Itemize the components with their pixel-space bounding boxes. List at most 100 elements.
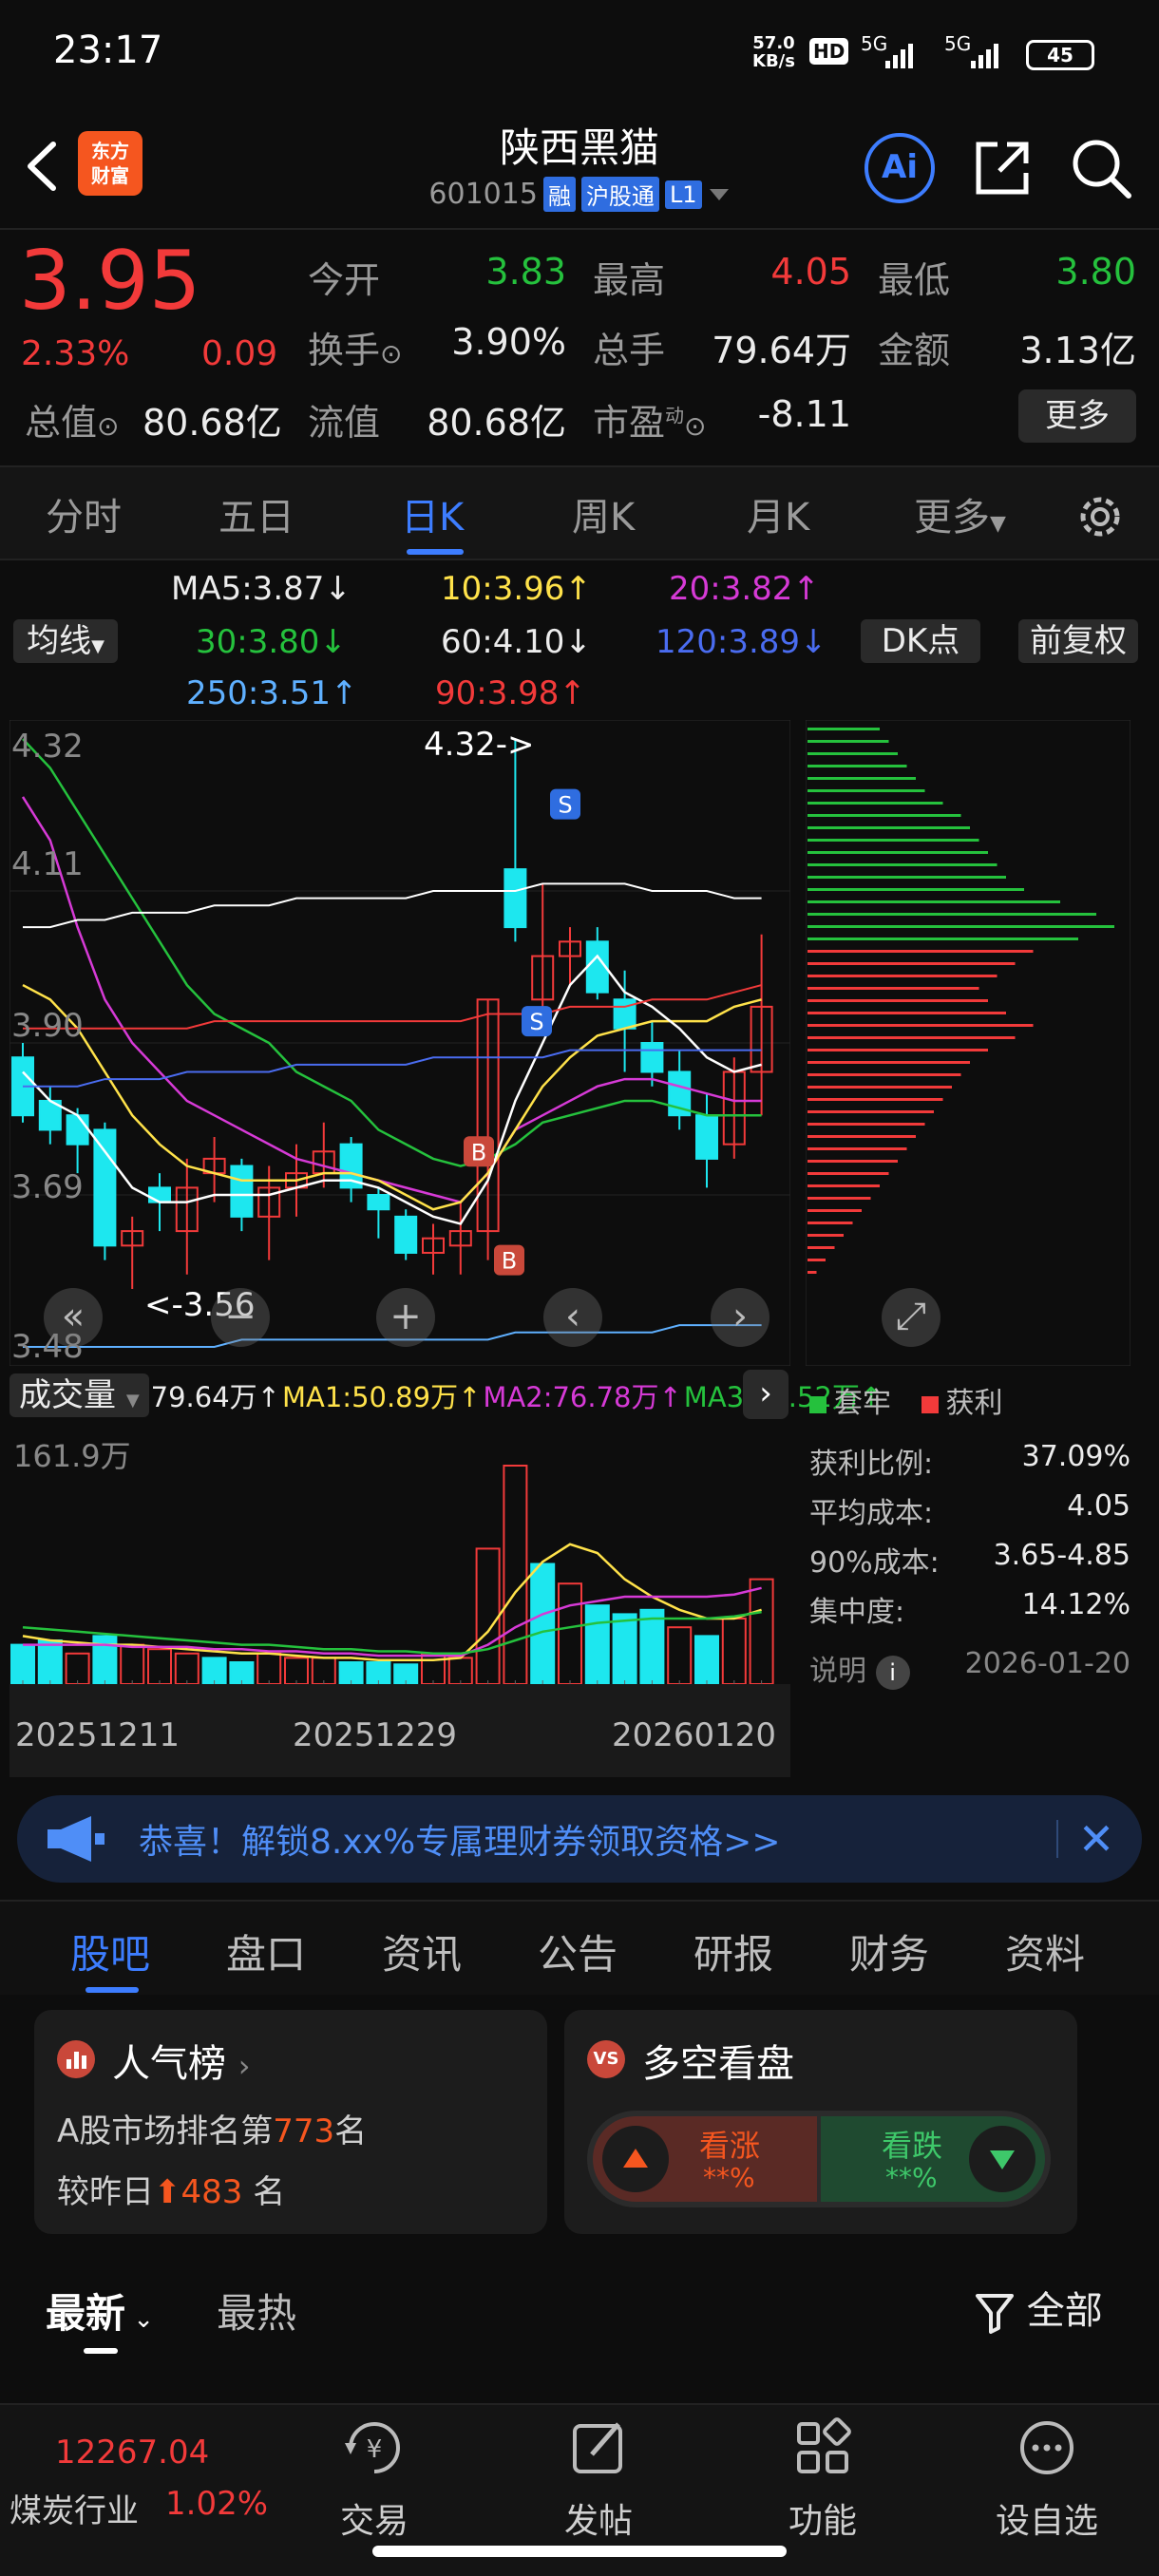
mktcap-value: 80.68亿 xyxy=(142,402,282,444)
feed-hot-tab[interactable]: 最热 xyxy=(217,2282,296,2339)
vote-bar: 看涨 **% 看跌 **% xyxy=(587,2111,1051,2207)
vote-up-button[interactable]: 看涨 **% xyxy=(593,2116,817,2202)
info-icon[interactable]: ⊙ xyxy=(97,410,119,442)
chip-bar xyxy=(808,1271,817,1274)
popularity-card[interactable]: 人气榜 › A股市场排名第773名 较昨日⬆483 名 xyxy=(34,2010,547,2234)
volume-ma1: MA1:50.89万↑ xyxy=(281,1381,482,1413)
chip-distribution-chart: ⤢ xyxy=(805,719,1131,1367)
triangle-up-icon xyxy=(602,2126,669,2192)
expand-chip-button[interactable]: ⤢ xyxy=(882,1288,940,1347)
tab-five-day[interactable]: 五日 xyxy=(218,486,294,541)
chip-note-button[interactable]: 说明 i xyxy=(809,1647,910,1690)
cost90-value: 3.65-4.85 xyxy=(993,1539,1130,1572)
tab-intraday[interactable]: 分时 xyxy=(46,486,122,541)
tab-research[interactable]: 研报 xyxy=(694,1923,773,1980)
kline-chart[interactable]: BBSS 4.32 4.11 3.90 3.69 3.48 4.32-> <-3… xyxy=(9,719,791,1367)
mktcap-label: 总值⊙ xyxy=(25,402,120,444)
tab-orderbook[interactable]: 盘口 xyxy=(226,1923,306,1980)
volume-bar xyxy=(530,1563,556,1685)
home-indicator[interactable] xyxy=(372,2546,787,2557)
ai-button[interactable]: Ai xyxy=(864,133,935,203)
chip-bar xyxy=(808,999,988,1002)
add-watchlist-button[interactable]: 设自选 xyxy=(971,2415,1123,2543)
dk-point-button[interactable]: DK点 xyxy=(861,619,980,663)
volume-expand-button[interactable]: › xyxy=(743,1370,788,1419)
filter-icon xyxy=(976,2294,1014,2334)
promo-banner[interactable]: 恭喜！解锁8.xx%专属理财券领取资格>> ✕ xyxy=(17,1795,1142,1883)
date-label: 20251229 xyxy=(293,1716,458,1754)
status-bar: 23:17 57.0 KB/s HD 5G 5G 45 xyxy=(0,0,1159,104)
network-speed: 57.0 KB/s xyxy=(752,34,795,70)
chip-bar xyxy=(808,938,1078,940)
volume-chart[interactable]: 161.9万 xyxy=(10,1423,790,1686)
ma5-value: MA5:3.87↓ xyxy=(171,570,352,608)
volume-indicator-selector[interactable]: 成交量 ▼ xyxy=(10,1373,149,1417)
ma90-value: 90:3.98↑ xyxy=(435,674,586,712)
post-button[interactable]: 发帖 xyxy=(522,2415,674,2543)
tab-daily-k[interactable]: 日K xyxy=(401,486,464,541)
candle xyxy=(93,1128,117,1247)
zoom-out-button[interactable]: − xyxy=(211,1288,270,1347)
ma250-value: 250:3.51↑ xyxy=(186,674,358,712)
tab-announcements[interactable]: 公告 xyxy=(538,1923,618,1980)
share-icon xyxy=(976,142,1029,195)
ma30-value: 30:3.80↓ xyxy=(196,623,347,661)
profit-ratio-value: 37.09% xyxy=(1021,1440,1130,1473)
ma60-value: 60:4.10↓ xyxy=(441,623,592,661)
long-short-card: VS 多空看盘 看涨 **% 看跌 **% xyxy=(564,2010,1077,2234)
more-quote-button[interactable]: 更多 xyxy=(1018,389,1136,443)
functions-button[interactable]: 功能 xyxy=(747,2415,899,2543)
close-icon[interactable]: ✕ xyxy=(1070,1812,1123,1866)
caret-down-icon xyxy=(709,188,729,200)
tab-forum[interactable]: 股吧 xyxy=(70,1923,150,1980)
feed-filter-button[interactable]: 全部 xyxy=(975,2280,1103,2335)
zoom-out-left-button[interactable]: « xyxy=(44,1288,103,1347)
chip-svg xyxy=(805,719,1131,1367)
tab-more[interactable]: 更多▼ xyxy=(914,486,1006,541)
adjustment-button[interactable]: 前复权 xyxy=(1018,619,1138,663)
sell-signal-label: S xyxy=(529,1009,543,1035)
search-button[interactable] xyxy=(1068,135,1134,201)
scroll-left-button[interactable]: ‹ xyxy=(543,1288,602,1347)
tab-news[interactable]: 资讯 xyxy=(382,1923,462,1980)
tab-weekly-k[interactable]: 周K xyxy=(572,486,635,541)
concentration-value: 14.12% xyxy=(1021,1588,1130,1621)
share-button[interactable] xyxy=(969,135,1036,201)
megaphone-icon xyxy=(44,1814,110,1864)
active-feed-indicator xyxy=(84,2348,118,2354)
scroll-right-button[interactable]: › xyxy=(711,1288,770,1347)
trade-icon: ¥ xyxy=(345,2422,400,2473)
industry-index-value[interactable]: 12267.04 xyxy=(55,2434,209,2472)
chip-bar xyxy=(808,814,961,817)
chip-bar xyxy=(808,1197,871,1200)
popularity-title: 人气榜 › xyxy=(112,2042,251,2086)
period-tabs: 分时 五日 日K 周K 月K 更多▼ xyxy=(0,465,1159,560)
feed-latest-tab[interactable]: 最新 ⌄ xyxy=(46,2282,154,2339)
long-short-title: 多空看盘 xyxy=(642,2042,794,2086)
caret-down-icon: ▼ xyxy=(125,1391,140,1411)
candle xyxy=(394,1215,418,1254)
trade-button[interactable]: ¥ 交易 xyxy=(298,2415,450,2543)
chip-bar xyxy=(808,839,979,842)
avg-cost-value: 4.05 xyxy=(1067,1489,1130,1523)
edit-icon xyxy=(573,2422,622,2473)
candle xyxy=(640,1042,664,1073)
candle xyxy=(66,1114,89,1146)
chart-settings-button[interactable] xyxy=(1072,488,1129,545)
tab-profile[interactable]: 资料 xyxy=(1005,1923,1085,1980)
hd-badge: HD xyxy=(809,38,849,65)
date-label: 20251211 xyxy=(15,1716,180,1754)
chip-bar xyxy=(808,888,1024,891)
status-time: 23:17 xyxy=(53,28,163,72)
volume-max-label: 161.9万 xyxy=(13,1438,131,1474)
zoom-in-button[interactable]: + xyxy=(376,1288,435,1347)
vote-down-button[interactable]: 看跌 **% xyxy=(821,2116,1045,2202)
info-icon[interactable]: ⊙ xyxy=(380,338,402,369)
tab-monthly-k[interactable]: 月K xyxy=(747,486,809,541)
ma-selector[interactable]: 均线▼ xyxy=(13,619,118,663)
tab-financials[interactable]: 财务 xyxy=(849,1923,929,1980)
info-icon[interactable]: ⊙ xyxy=(684,410,706,442)
vote-down-label: 看跌 xyxy=(882,2128,943,2164)
industry-index-name[interactable]: 煤炭行业 xyxy=(10,2485,139,2531)
turnover-value: 3.90% xyxy=(451,321,566,363)
